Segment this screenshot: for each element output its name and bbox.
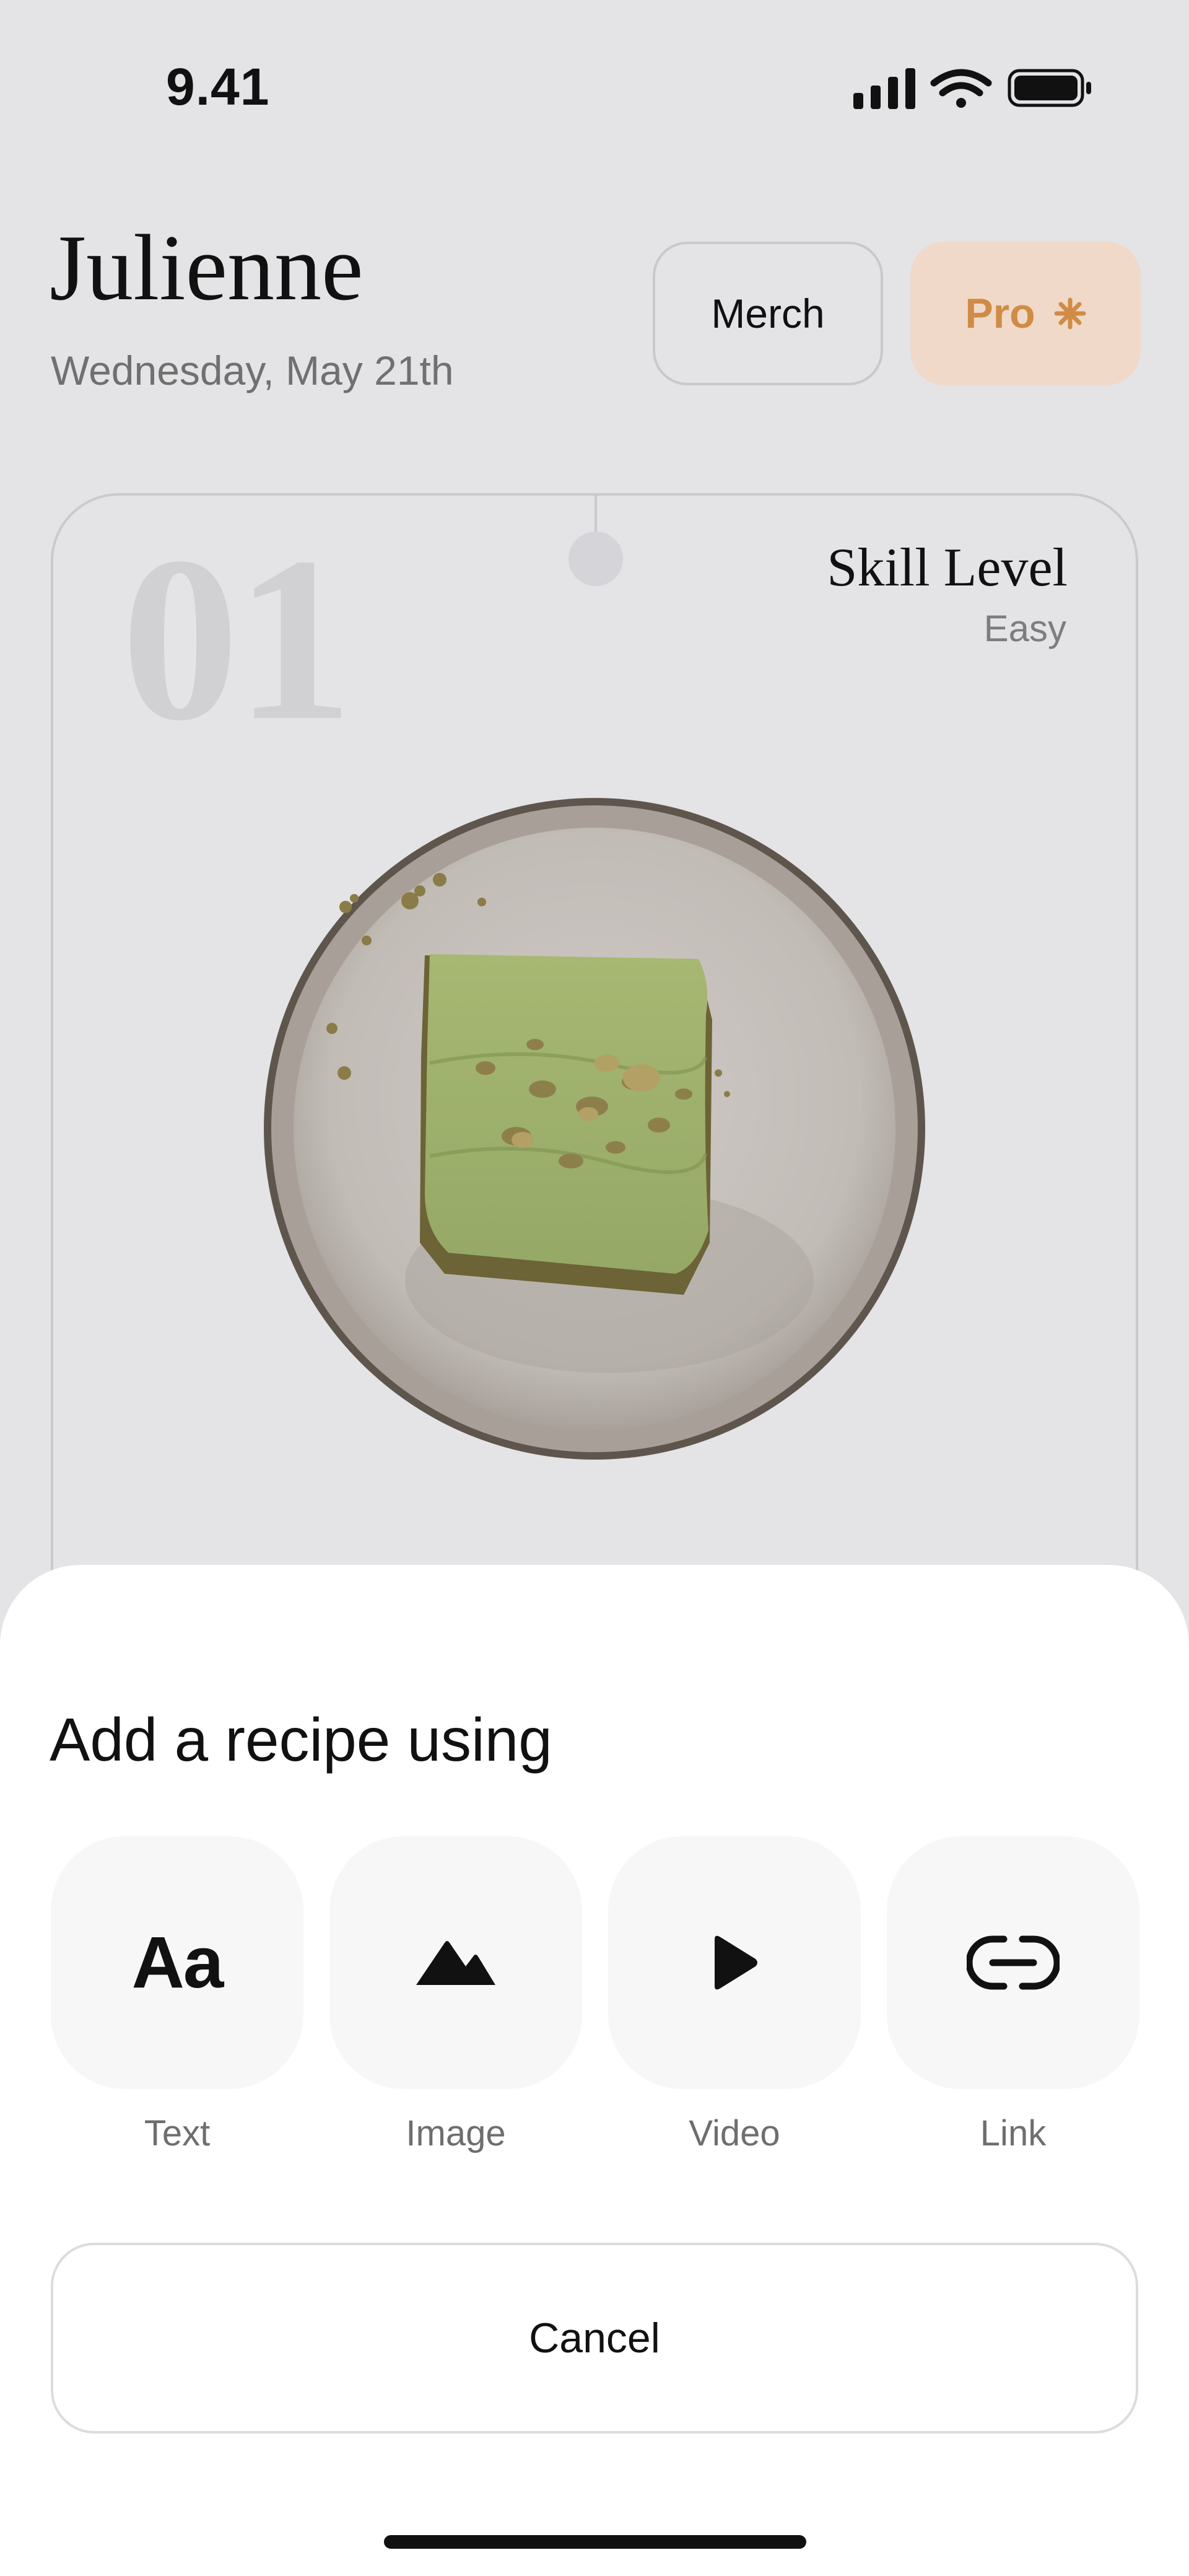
- option-label-link: Link: [980, 2113, 1047, 2153]
- option-image[interactable]: Image: [329, 1836, 582, 2154]
- cancel-label: Cancel: [529, 2315, 660, 2362]
- sheet-title: Add a recipe using: [50, 1706, 552, 1774]
- link-option-tile[interactable]: [887, 1836, 1139, 2089]
- status-icons: [848, 64, 1096, 115]
- play-icon: [715, 1935, 757, 1990]
- option-text[interactable]: Aa Text: [51, 1836, 303, 2154]
- cancel-button[interactable]: Cancel: [51, 2243, 1138, 2434]
- pro-button[interactable]: Pro: [910, 242, 1141, 385]
- status-bar: 9.41: [0, 0, 1189, 173]
- image-option-tile[interactable]: [329, 1836, 582, 2089]
- sparkle-icon: [1054, 297, 1086, 330]
- option-label-image: Image: [406, 2113, 506, 2153]
- text-icon: Aa: [131, 1922, 224, 2004]
- link-icon: [967, 1935, 1060, 1990]
- option-video[interactable]: Video: [608, 1836, 861, 2154]
- wifi-icon: [930, 69, 992, 108]
- skill-level-value: Easy: [983, 608, 1066, 649]
- recipe-image: [263, 797, 926, 1461]
- merch-label: Merch: [711, 291, 825, 336]
- option-label-text: Text: [144, 2113, 211, 2153]
- video-option-tile[interactable]: [608, 1836, 861, 2089]
- app-title: Julienne: [50, 216, 364, 320]
- status-time: 9.41: [166, 58, 270, 116]
- card-number: 01: [121, 509, 353, 769]
- pro-label: Pro: [965, 290, 1035, 337]
- card-hanger-dot: [568, 532, 623, 586]
- battery-icon: [1008, 69, 1091, 107]
- header-date: Wednesday, May 21th: [51, 348, 454, 393]
- option-link[interactable]: Link: [887, 1836, 1139, 2154]
- option-label-video: Video: [689, 2113, 780, 2153]
- text-option-tile[interactable]: Aa: [51, 1836, 303, 2089]
- image-icon: [416, 1941, 495, 1985]
- merch-button[interactable]: Merch: [653, 242, 883, 385]
- home-indicator[interactable]: [384, 2535, 806, 2549]
- skill-level-label: Skill Level: [827, 538, 1068, 598]
- signal-icon: [853, 68, 915, 109]
